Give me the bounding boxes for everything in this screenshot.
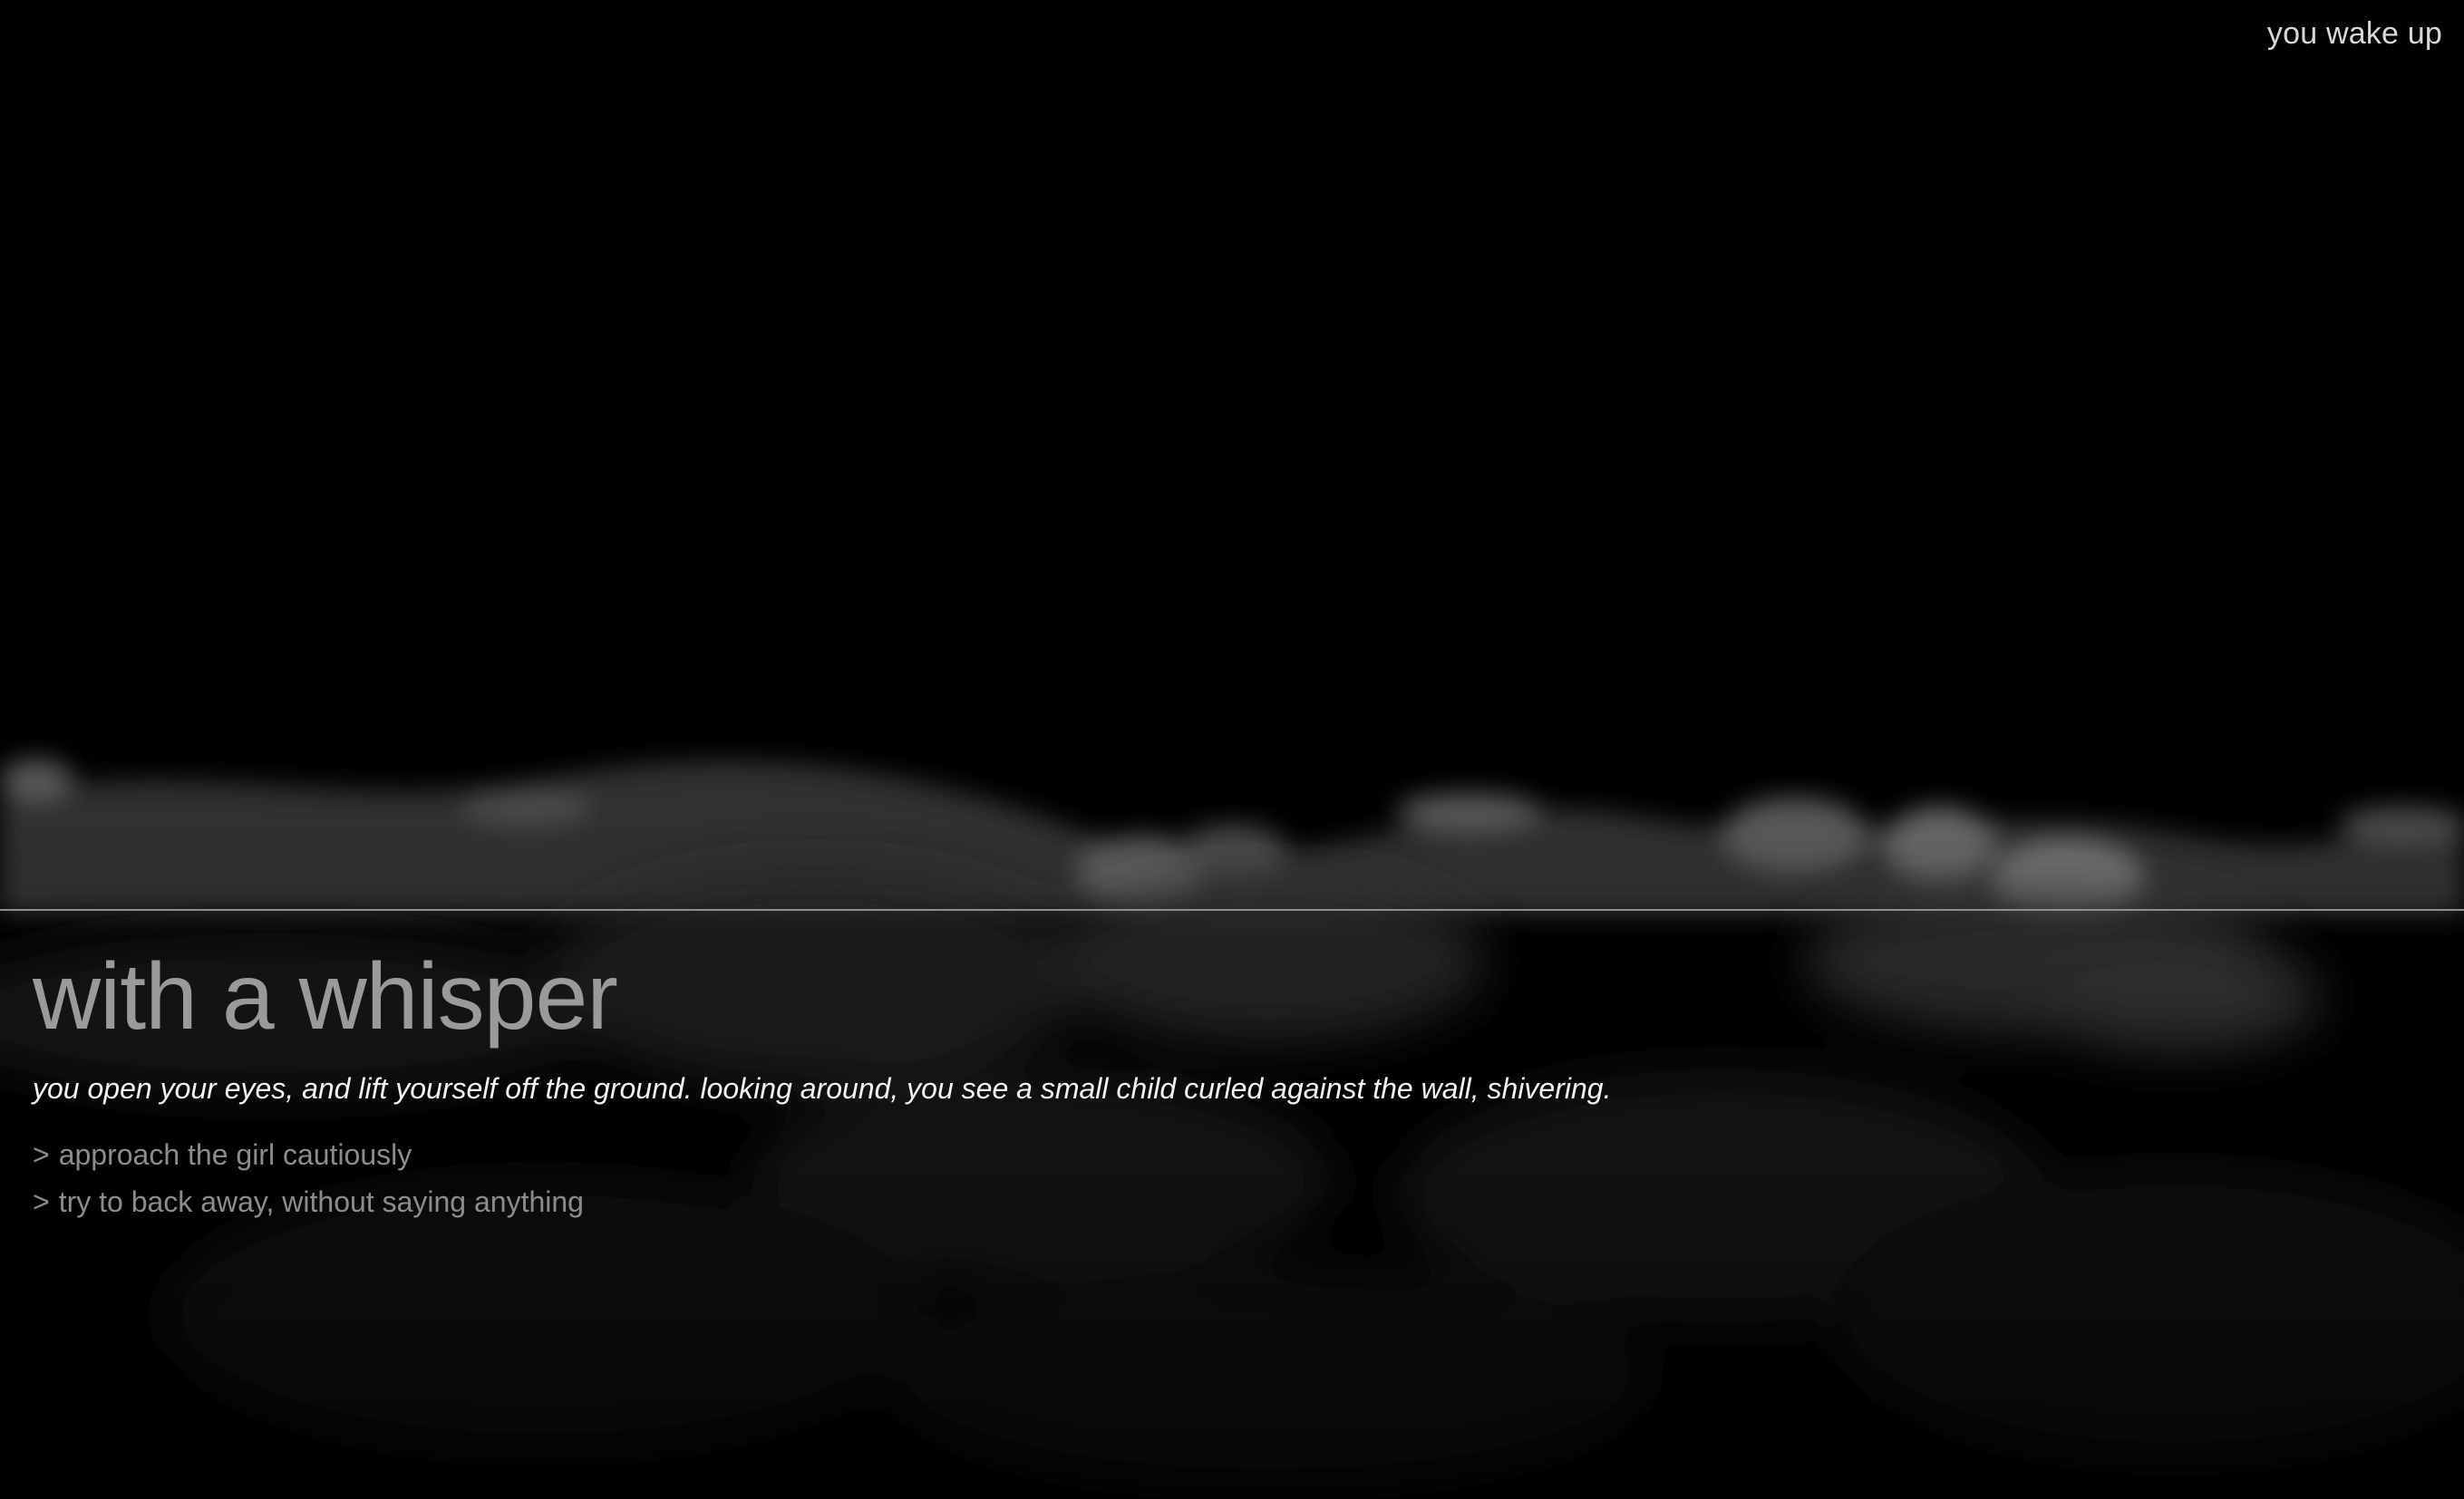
chapter-indicator: you wake up xyxy=(2266,16,2442,51)
story-text: you open your eyes, and lift yourself of… xyxy=(33,1072,1612,1105)
choice-marker: > xyxy=(33,1138,50,1171)
choice-back-away[interactable]: > try to back away, without saying anythi… xyxy=(33,1178,2426,1225)
horizon-divider xyxy=(0,909,2464,911)
choice-approach-girl[interactable]: > approach the girl cautiously xyxy=(33,1131,2426,1178)
choice-label: try to back away, without saying anythin… xyxy=(58,1185,584,1218)
game-screen: you wake up with a whisper you open your… xyxy=(0,0,2464,1499)
choice-list: > approach the girl cautiously > try to ba… xyxy=(33,1131,2426,1225)
choice-marker: > xyxy=(33,1185,50,1218)
foggy-terrain-background xyxy=(0,0,2464,1499)
story-title: with a whisper xyxy=(33,944,618,1049)
choice-label: approach the girl cautiously xyxy=(58,1138,412,1171)
story-panel: with a whisper you open your eyes, and l… xyxy=(33,943,2426,1225)
